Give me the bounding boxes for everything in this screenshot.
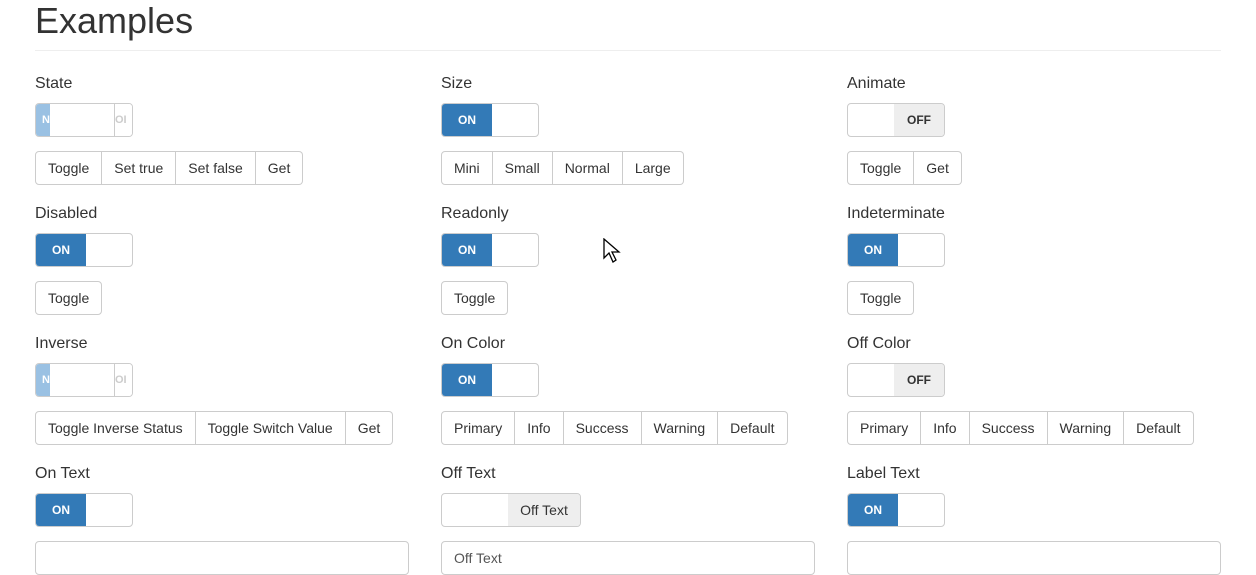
switch-off-label: OFF — [894, 364, 944, 396]
btn-large[interactable]: Large — [623, 151, 684, 185]
section-label: Size — [441, 75, 815, 93]
switch-handle — [50, 364, 114, 396]
btn-toggle[interactable]: Toggle — [441, 281, 508, 315]
btn-info[interactable]: Info — [921, 411, 969, 445]
btn-get[interactable]: Get — [256, 151, 304, 185]
btn-toggle[interactable]: Toggle — [847, 281, 914, 315]
btn-set-false[interactable]: Set false — [176, 151, 255, 185]
btn-toggle[interactable]: Toggle — [35, 281, 102, 315]
switch-toggle[interactable]: Off Text — [441, 493, 581, 527]
switch-on-label: ON — [848, 234, 898, 266]
btn-small[interactable]: Small — [493, 151, 553, 185]
column-2: AnimateOFFToggleGetIndeterminateONToggle… — [847, 75, 1221, 575]
btn-info[interactable]: Info — [515, 411, 563, 445]
section-off-color: Off Color OFF PrimaryInfoSuccessWarningDef… — [847, 335, 1221, 445]
switch-off-half: OI — [114, 364, 132, 396]
button-group: ToggleSet trueSet falseGet — [35, 151, 303, 185]
section-label: Disabled — [35, 205, 409, 223]
section-animate: Animate OFF ToggleGet — [847, 75, 1221, 185]
section-label: On Color — [441, 335, 815, 353]
switch-toggle[interactable]: OFF — [847, 103, 945, 137]
section-on-text: On Text ON — [35, 465, 409, 575]
btn-get[interactable]: Get — [346, 411, 394, 445]
button-group: ToggleGet — [847, 151, 962, 185]
switch-on-label: ON — [36, 494, 86, 526]
button-group: Toggle Inverse StatusToggle Switch Value… — [35, 411, 393, 445]
btn-toggle-switch-value[interactable]: Toggle Switch Value — [196, 411, 346, 445]
btn-toggle[interactable]: Toggle — [847, 151, 914, 185]
switch-on-half: N — [36, 364, 50, 396]
btn-warning[interactable]: Warning — [1048, 411, 1125, 445]
switch-toggle[interactable]: ON — [847, 493, 945, 527]
switch-on-label: ON — [848, 494, 898, 526]
section-label: Label Text — [847, 465, 1221, 483]
section-label-text: Label Text ON — [847, 465, 1221, 575]
btn-mini[interactable]: Mini — [441, 151, 493, 185]
section-label: Readonly — [441, 205, 815, 223]
button-group: PrimaryInfoSuccessWarningDefault — [847, 411, 1194, 445]
switch-on-label: ON — [442, 104, 492, 136]
btn-warning[interactable]: Warning — [642, 411, 719, 445]
switch-off-half: OI — [114, 104, 132, 136]
button-group: MiniSmallNormalLarge — [441, 151, 684, 185]
btn-primary[interactable]: Primary — [847, 411, 921, 445]
section-inverse: Inverse N OI Toggle Inverse StatusToggle Sw… — [35, 335, 409, 445]
btn-toggle-inverse-status[interactable]: Toggle Inverse Status — [35, 411, 196, 445]
divider — [35, 50, 1221, 51]
section-state: State N OI ToggleSet trueSet falseGet — [35, 75, 409, 185]
switch-off-label: OFF — [894, 104, 944, 136]
text-input[interactable] — [847, 541, 1221, 575]
switch-toggle[interactable]: N OI — [35, 363, 133, 397]
button-group: PrimaryInfoSuccessWarningDefault — [441, 411, 788, 445]
switch-toggle[interactable]: ON — [441, 363, 539, 397]
section-readonly: Readonly ON Toggle — [441, 205, 815, 315]
section-label: Indeterminate — [847, 205, 1221, 223]
btn-toggle[interactable]: Toggle — [35, 151, 102, 185]
switch-on-label: ON — [442, 234, 492, 266]
switch-toggle[interactable]: ON — [441, 233, 539, 267]
section-label: On Text — [35, 465, 409, 483]
switch-toggle[interactable]: ON — [441, 103, 539, 137]
switch-toggle[interactable]: OFF — [847, 363, 945, 397]
switch-on-label: ON — [36, 234, 86, 266]
btn-success[interactable]: Success — [564, 411, 642, 445]
switch-handle — [50, 104, 114, 136]
column-1: Size ON MiniSmallNormalLarge Readonly ON Togg… — [441, 75, 815, 575]
section-size: Size ON MiniSmallNormalLarge — [441, 75, 815, 185]
switch-toggle[interactable]: ON — [35, 233, 133, 267]
text-input[interactable] — [441, 541, 815, 575]
section-off-text: Off Text Off Text — [441, 465, 815, 575]
switch-toggle[interactable]: N OI — [35, 103, 133, 137]
btn-default[interactable]: Default — [718, 411, 787, 445]
btn-set-true[interactable]: Set true — [102, 151, 176, 185]
section-indeterminate: Indeterminate ON Toggle — [847, 205, 1221, 315]
column-0: StateNOIToggleSet trueSet falseGetDisabl… — [35, 75, 409, 575]
btn-default[interactable]: Default — [1124, 411, 1193, 445]
section-label: Off Color — [847, 335, 1221, 353]
btn-primary[interactable]: Primary — [441, 411, 515, 445]
section-disabled: Disabled ON Toggle — [35, 205, 409, 315]
section-label: Off Text — [441, 465, 815, 483]
switch-on-half: N — [36, 104, 50, 136]
section-label: Animate — [847, 75, 1221, 93]
btn-success[interactable]: Success — [970, 411, 1048, 445]
btn-get[interactable]: Get — [914, 151, 962, 185]
text-input[interactable] — [35, 541, 409, 575]
section-on-color: On Color ON PrimaryInfoSuccessWarningDefau… — [441, 335, 815, 445]
switch-toggle[interactable]: ON — [35, 493, 133, 527]
switch-toggle[interactable]: ON — [847, 233, 945, 267]
switch-on-label: ON — [442, 364, 492, 396]
switch-off-label: Off Text — [508, 494, 580, 526]
btn-normal[interactable]: Normal — [553, 151, 623, 185]
section-label: State — [35, 75, 409, 93]
page-title: Examples — [35, 0, 1221, 42]
section-label: Inverse — [35, 335, 409, 353]
